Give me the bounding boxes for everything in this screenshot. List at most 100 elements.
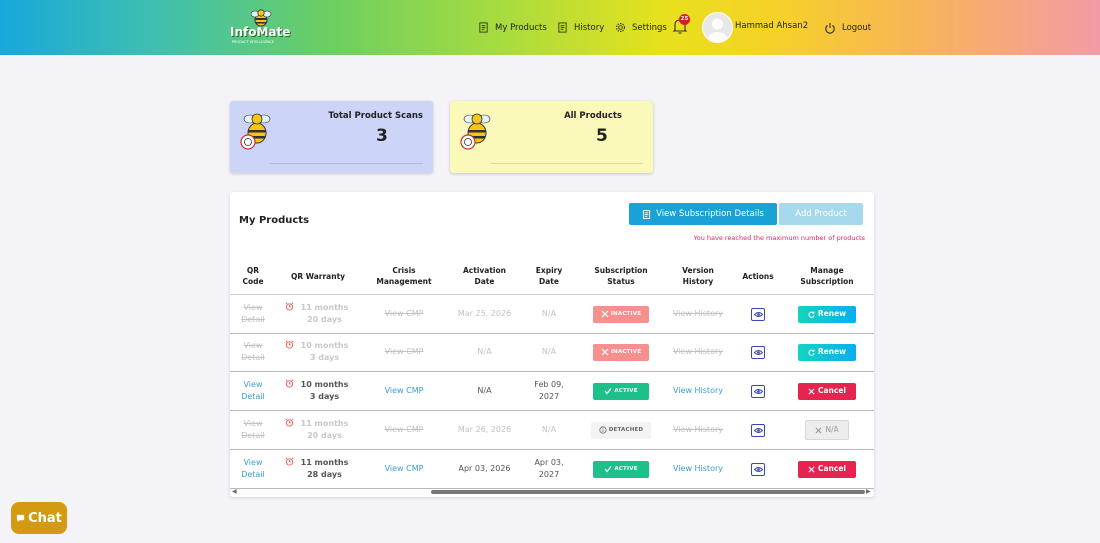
table-row: View Detail 11 months 20 days View CMP Mar …	[230, 411, 874, 450]
view-action-button[interactable]	[751, 462, 765, 476]
th-label: Manage Subscription	[800, 266, 854, 286]
renew-label: Renew	[817, 347, 847, 356]
table-cell: ACTIVE	[577, 372, 665, 410]
status-text: INACTIVE	[610, 349, 642, 355]
user-name[interactable]: Hammad Ahsan2	[735, 21, 808, 31]
view-cmp-link[interactable]: View CMP	[385, 385, 424, 397]
view-history-link: View History	[673, 347, 723, 356]
view-action-button[interactable]	[751, 384, 765, 398]
view-detail-link: View Detail	[241, 419, 265, 440]
alarm-clock-icon	[285, 340, 294, 349]
table-cell: 11 months 28 days	[276, 450, 360, 488]
nav-my-products[interactable]: My Products	[478, 0, 547, 55]
table-cell: View Detail	[230, 450, 276, 488]
table-cell: View History	[665, 295, 731, 333]
renew-button[interactable]: Renew	[798, 343, 856, 361]
activation-date: N/A	[477, 386, 492, 395]
table-cell: Apr 03, 2026	[448, 450, 521, 488]
refresh-icon	[808, 310, 815, 318]
view-detail-link: View Detail	[241, 303, 265, 324]
na-button: N/A	[805, 420, 849, 440]
stat-card-total-scans: Total Product Scans 3	[230, 101, 433, 173]
horizontal-scrollbar[interactable]: ◀ ▶	[230, 488, 874, 496]
table-cell: View CMP	[360, 450, 448, 488]
card-title: Total Product Scans	[328, 111, 423, 121]
info-icon	[599, 426, 607, 434]
table-cell: 10 months 3 days	[276, 333, 360, 371]
nav-history[interactable]: History	[557, 0, 604, 55]
renew-button[interactable]: Renew	[798, 305, 856, 323]
view-history-link[interactable]: View History	[673, 463, 723, 475]
table-cell: View Detail	[230, 372, 276, 410]
table-cell	[731, 372, 785, 410]
th-label: Activation Date	[462, 266, 506, 286]
chat-button[interactable]: Chat	[11, 502, 67, 534]
th-crisis-management: Crisis Management	[360, 258, 448, 294]
table-cell: View CMP	[360, 333, 448, 371]
card-title: All Products	[564, 111, 622, 121]
logo-tagline: PRODUCT INTELLIGENCE	[232, 40, 275, 44]
scrollbar-thumb[interactable]	[431, 490, 865, 494]
view-detail-link[interactable]: View Detail	[238, 457, 268, 481]
view-action-button[interactable]	[751, 345, 765, 359]
scroll-right-icon[interactable]: ▶	[866, 488, 871, 495]
alarm-clock-icon	[285, 379, 294, 388]
logo-text: InfoMate	[230, 25, 291, 39]
view-detail-link[interactable]: View Detail	[238, 379, 268, 403]
nav-settings[interactable]: Settings	[615, 0, 667, 55]
table-cell	[731, 295, 785, 333]
table-cell: N/A	[521, 295, 577, 333]
th-actions: Actions	[731, 258, 785, 294]
status-text: ACTIVE	[614, 388, 638, 394]
warranty-text: 11 months 20 days	[300, 303, 349, 324]
table-cell: Feb 09, 2027	[521, 372, 577, 410]
view-subscription-details-button[interactable]: View Subscription Details	[629, 203, 777, 225]
table-row: View Detail 10 months 3 days View CMP N/A N/…	[230, 333, 874, 372]
document-icon	[642, 209, 651, 219]
view-action-button[interactable]	[751, 307, 765, 321]
avatar[interactable]	[702, 12, 733, 43]
table-cell: Renew	[785, 295, 869, 333]
status-badge-inactive: INACTIVE	[593, 343, 649, 361]
history-icon	[558, 22, 567, 33]
view-cmp-link[interactable]: View CMP	[385, 463, 424, 475]
top-navbar: InfoMate PRODUCT INTELLIGENCE My Product…	[0, 0, 1100, 55]
table-row: View Detail 11 months 28 days View CMP Apr …	[230, 450, 874, 489]
na-label: N/A	[825, 425, 839, 434]
view-history-link[interactable]: View History	[673, 385, 723, 397]
table-cell: Renew	[785, 333, 869, 371]
close-icon	[601, 310, 609, 318]
infomate-logo[interactable]: InfoMate PRODUCT INTELLIGENCE	[230, 8, 292, 46]
panel-title: My Products	[239, 215, 310, 226]
warranty-text: 10 months 3 days	[300, 380, 349, 401]
card-value: 5	[596, 126, 608, 146]
activation-date: Mar 25, 2026	[457, 309, 512, 318]
card-divider	[270, 163, 423, 164]
table-cell: View Detail	[230, 295, 276, 333]
th-label: Expiry Date	[535, 266, 563, 286]
qr-warranty: 10 months 3 days	[285, 379, 351, 403]
scroll-left-icon[interactable]: ◀	[232, 488, 237, 495]
cancel-subscription-button[interactable]: Cancel	[798, 382, 856, 400]
user-avatar-icon	[707, 18, 728, 42]
view-action-button[interactable]	[751, 423, 765, 437]
check-icon	[604, 466, 612, 473]
card-value: 3	[376, 126, 388, 146]
expiry-date: Apr 03, 2027	[534, 458, 564, 479]
qr-warranty: 11 months 20 days	[285, 418, 351, 442]
expiry-date: N/A	[541, 347, 557, 356]
status-text: ACTIVE	[614, 466, 638, 472]
bee-mascot-icon	[240, 113, 271, 150]
table-cell: 11 months 20 days	[276, 295, 360, 333]
th-expiry-date: Expiry Date	[521, 258, 577, 294]
activation-date: N/A	[477, 347, 492, 356]
table-cell: Cancel	[785, 450, 869, 488]
logout-button[interactable]: Logout	[824, 0, 871, 55]
table-cell: N/A	[448, 333, 521, 371]
alarm-clock-icon	[285, 302, 294, 311]
add-product-button[interactable]: Add Product	[779, 203, 863, 225]
qr-warranty: 11 months 20 days	[285, 302, 351, 326]
cancel-subscription-button[interactable]: Cancel	[798, 460, 856, 478]
close-icon	[601, 348, 609, 356]
card-divider	[490, 163, 643, 164]
